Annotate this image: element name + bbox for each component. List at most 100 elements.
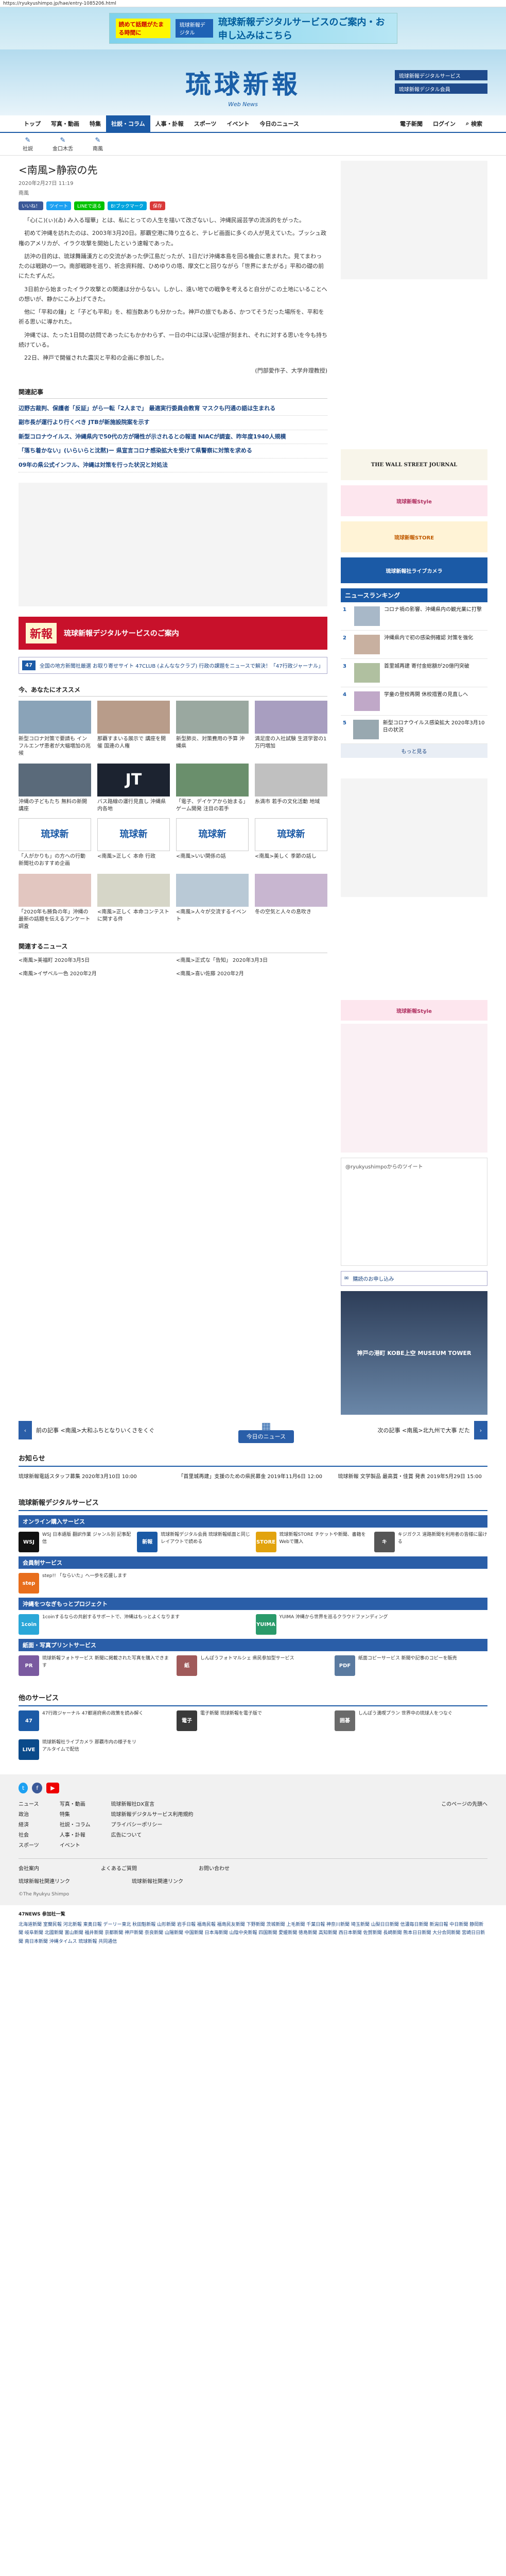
facebook-share-button[interactable]: いいね！	[19, 201, 44, 210]
news47-list[interactable]: 北海道新聞 室蘭民報 河北新報 東奥日報 デーリー東北 秋田魁新報 山形新聞 岩…	[19, 1921, 487, 1946]
footer-link[interactable]: 広告について	[111, 1831, 194, 1841]
ad-slot[interactable]	[19, 483, 327, 606]
footer-link[interactable]: 琉球新報社DX宣言	[111, 1800, 194, 1810]
service-item[interactable]: 電子 電子新聞 琉球新報を電子版で	[177, 1710, 329, 1731]
nav-top[interactable]: トップ	[19, 115, 46, 132]
footer-link[interactable]: 写真・動画	[60, 1800, 91, 1810]
footer-link[interactable]: 特集	[60, 1810, 91, 1820]
digital-service-button[interactable]: 琉球新報デジタルサービス	[395, 70, 487, 80]
service-item[interactable]: キキジガクス 道路新聞を利用者の皆様に届ける	[374, 1532, 487, 1552]
service-item[interactable]: WSJ WSJ 日本語版 翻訳作業 ジャンル別 記事配信	[19, 1532, 132, 1552]
nav-people[interactable]: 人事・訃報	[150, 115, 189, 132]
livecam-banner[interactable]: 琉球新報社ライブカメラ	[341, 557, 487, 583]
footer-link[interactable]: 社会	[19, 1831, 39, 1841]
subnav-editorial[interactable]: ✎ 社説	[23, 137, 33, 152]
service-item[interactable]: 紙しんぽうフォトマルシェ 県民参加型サービス	[177, 1655, 329, 1676]
service-item[interactable]: step step!! 「ならいた」へ一歩を応援します	[19, 1573, 137, 1594]
topic-item[interactable]: <南風>正式な「告知」 2020年3月3日	[176, 957, 327, 964]
nav-login[interactable]: ログイン	[428, 115, 461, 132]
style-header[interactable]: 琉球新報Style	[341, 1000, 487, 1021]
recommend-card[interactable]: 那覇すまいる展示で 講座を開催 国連の人権	[97, 701, 170, 757]
ranked-card[interactable]: <南風>正しく 本命コンテストに関する件	[97, 874, 170, 930]
featured-card[interactable]: 琉球新 <南風>美しく 季節の話し	[255, 818, 327, 868]
service-item[interactable]: PDF 紙面コピーサービス 新聞や記事のコピーを販売	[335, 1655, 487, 1676]
notice-item[interactable]: 琉球新報電話スタッフ募集 2020年3月10日 10:00	[19, 1472, 168, 1480]
digital-service-ad[interactable]: 新報 琉球新報デジタルサービスのご案内	[19, 617, 327, 650]
line-share-button[interactable]: LINEで送る	[74, 201, 105, 210]
related-item[interactable]: 副市長が運行より行くべき JTBが新施設院案を示す	[19, 416, 327, 430]
side-ad-slot[interactable]	[341, 161, 487, 279]
digital-member-button[interactable]: 琉球新報デジタル会員	[395, 83, 487, 94]
kobe-ad[interactable]: 神戸の港町 KOBE上空 MUSEUM TOWER	[341, 1291, 487, 1415]
nav-photo[interactable]: 写真・動画	[46, 115, 84, 132]
hatena-bookmark-button[interactable]: B!ブックマーク	[108, 201, 147, 210]
style-list[interactable]	[341, 1024, 487, 1153]
footer-link[interactable]: よくあるご質問	[101, 1864, 137, 1872]
ranking-item[interactable]: 5 新型コロナウイルス感染拡大 2020年3月10日の状況	[341, 716, 487, 744]
notice-item[interactable]: 「首里城再建」支援のための県民募金 2019年11月6日 12:00	[178, 1472, 327, 1480]
facebook-icon[interactable]: f	[32, 1783, 43, 1793]
47club-notice[interactable]: 47 全国の地方新聞社厳選 お取り寄せサイト 47CLUB (よんななクラブ) …	[19, 657, 327, 674]
nav-editorial[interactable]: 社説・コラム	[106, 115, 150, 132]
recommend-card[interactable]: 新型コロナ対策で要請も インフルエンザ患者が大幅増加の兆候	[19, 701, 91, 757]
related-item[interactable]: 「落ち着かない」(いらいらと沈黙)ー 県宣言コロナ感染拡大を受けて県警察に対策を…	[19, 444, 327, 459]
pocket-save-button[interactable]: 保存	[149, 201, 165, 210]
notice-item[interactable]: 琉球新報 文学製品 最高賞・佳賞 発表 2019年5月29日 15:00	[338, 1472, 487, 1480]
twitter-share-button[interactable]: ツイート	[46, 201, 72, 210]
topic-item[interactable]: <南風>イザベル一色 2020年2月	[19, 971, 170, 978]
recommend-card[interactable]: JT バス路線の運行見直し 沖縄県内各地	[97, 764, 170, 813]
nav-events[interactable]: イベント	[221, 115, 254, 132]
ranking-item[interactable]: 4 学童の登校再開 休校措置の見直しへ	[341, 687, 487, 716]
nav-today[interactable]: 今日のニュース	[254, 115, 304, 132]
featured-card[interactable]: 琉球新 「人がかりも」の方への行動 新聞社のおすすめ企画	[19, 818, 91, 868]
subnav-kinkuchi[interactable]: ✎ 金口木舌	[53, 137, 73, 152]
subscribe-button[interactable]: ✉ 購読のお申し込み	[341, 1271, 487, 1286]
footer-link[interactable]: 琉球新報デジタルサービス利用規約	[111, 1810, 194, 1820]
footer-link[interactable]: イベント	[60, 1841, 91, 1851]
style-banner[interactable]: 琉球新報Style	[341, 485, 487, 516]
nav-epaper[interactable]: 電子新聞	[395, 115, 428, 132]
footer-link[interactable]: 琉球新報社関連リンク	[132, 1877, 183, 1885]
recommend-card[interactable]: 沖縄の子どもたち 無料の新開講座	[19, 764, 91, 813]
prev-article[interactable]: ‹ 前の記事 <南風>大和ふちとなりいくさをくぐ	[19, 1421, 154, 1439]
footer-link[interactable]: 琉球新報社関連リンク	[19, 1877, 70, 1885]
recommend-card[interactable]: 糸満市 若手の文化活動 地域	[255, 764, 327, 813]
service-item[interactable]: YUIMA YUIMA 沖縄から世界を巡るクラウドファンディング	[255, 1614, 488, 1635]
digital-service-banner[interactable]: 読めて話題がたまる時間に 琉球新報デジタル 琉球新報デジタルサービスのご案内・お…	[109, 13, 397, 44]
footer-link[interactable]: 政治	[19, 1810, 39, 1820]
service-item[interactable]: LIVE 琉球新報社ライブカメラ 那覇市内の様子をリアルタイムで配信	[19, 1739, 137, 1760]
related-item[interactable]: 09年の県公式インフル、沖縄は対策を行った状況と対処法	[19, 459, 327, 472]
recommend-card[interactable]: 満足度の入社試験 生涯学習の1万円増加	[255, 701, 327, 757]
footer-link[interactable]: お問い合わせ	[199, 1864, 230, 1872]
service-item[interactable]: 囲碁 しんぽう満喫プラン 世界中の琉球人をつなぐ	[335, 1710, 487, 1731]
ranking-item[interactable]: 1 コロナ禍の影響、沖縄県内の観光業に打撃	[341, 602, 487, 631]
service-item[interactable]: 47 47行政ジャーナル 47都道府県の政策を読み解く	[19, 1710, 171, 1731]
featured-card[interactable]: 琉球新 <南風>正しく 本命 行政	[97, 818, 170, 868]
ranked-card[interactable]: 冬の空気と人々の息吹き	[255, 874, 327, 930]
store-banner[interactable]: 琉球新報STORE	[341, 521, 487, 552]
back-to-top-link[interactable]: このページの先頭へ	[441, 1800, 487, 1810]
twitter-widget[interactable]: @ryukyushimpoからのツイート	[341, 1158, 487, 1266]
footer-link[interactable]: 経済	[19, 1820, 39, 1831]
subnav-haebaru[interactable]: ✎ 南風	[93, 137, 103, 152]
service-item[interactable]: 1coin 1coinするならの共創するサポートで、沖縄はもっとよくなります	[19, 1614, 251, 1635]
recommend-card[interactable]: 新型肺炎、対策費用の予算 沖縄県	[176, 701, 249, 757]
service-item[interactable]: PR 琉球新報フォトサービス 新聞に掲載された写真を購入できます	[19, 1655, 171, 1676]
ranked-card[interactable]: 「2020年も勝負の年」沖縄の最新の話題を伝えるアンケート調査	[19, 874, 91, 930]
footer-link[interactable]: 会社案内	[19, 1864, 39, 1872]
footer-link[interactable]: 人事・訃報	[60, 1831, 91, 1841]
today-button[interactable]: ▦ 今日のニュース	[238, 1420, 294, 1443]
ranked-card[interactable]: <南風>人々が交流するイベント	[176, 874, 249, 930]
ranking-item[interactable]: 3 首里城再建 寄付金総額が20億円突破	[341, 659, 487, 687]
nav-search[interactable]: ⌕ 検索	[461, 115, 487, 132]
service-item[interactable]: STORE 琉球新報STORE チケットや新聞、書籍をWebで購入	[255, 1532, 369, 1552]
wsj-banner[interactable]: THE WALL STREET JOURNAL	[341, 449, 487, 480]
topic-item[interactable]: <南風>喜い佐藤 2020年2月	[176, 971, 327, 978]
twitter-icon[interactable]: t	[19, 1783, 28, 1793]
top-banner[interactable]: 読めて話題がたまる時間に 琉球新報デジタル 琉球新報デジタルサービスのご案内・お…	[0, 7, 506, 49]
footer-link[interactable]: プライバシーポリシー	[111, 1820, 194, 1831]
footer-link[interactable]: ニュース	[19, 1800, 39, 1810]
ranking-more-link[interactable]: もっと見る	[341, 744, 487, 758]
nav-sports[interactable]: スポーツ	[189, 115, 222, 132]
service-item[interactable]: 新報 琉球新報デジタル会員 琉球新報紙面と同じレイアウトで読める	[137, 1532, 250, 1552]
